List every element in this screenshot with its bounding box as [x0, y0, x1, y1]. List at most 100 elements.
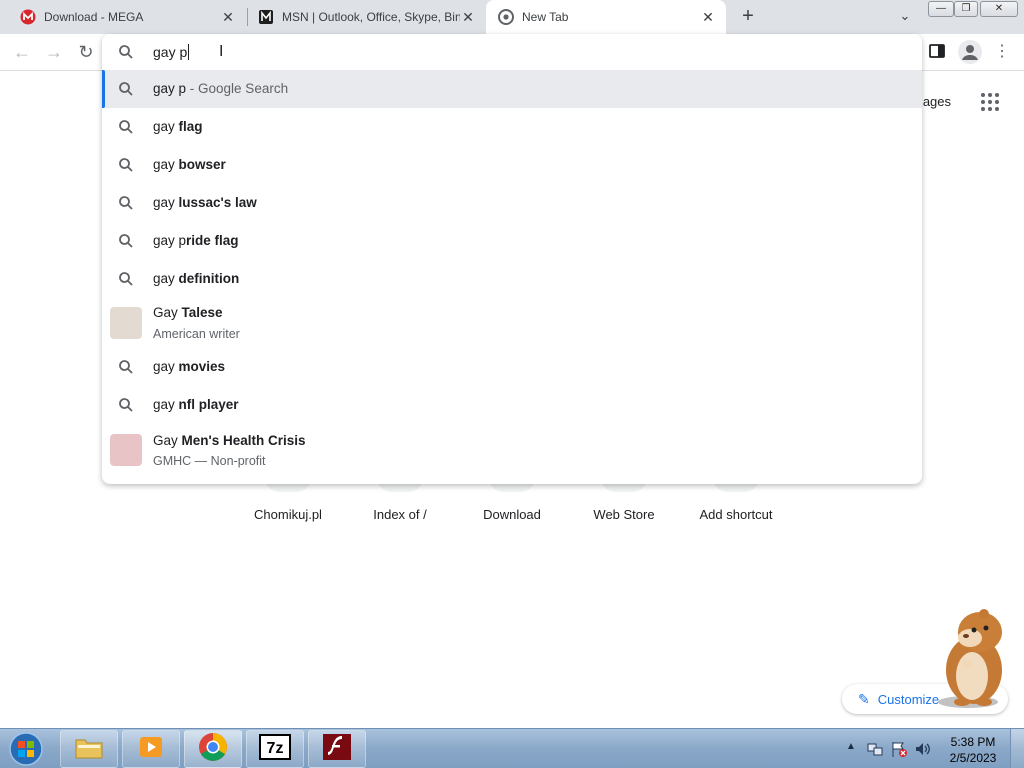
show-hidden-icons-icon[interactable]: ▲: [846, 741, 856, 752]
volume-icon[interactable]: [914, 740, 932, 763]
back-button[interactable]: ←: [10, 40, 34, 64]
tab-new-tab[interactable]: New Tab ✕: [486, 0, 726, 34]
minimize-button[interactable]: —: [928, 1, 954, 17]
forward-button[interactable]: →: [42, 40, 66, 64]
tab-title: New Tab: [522, 10, 569, 24]
svg-text:7z: 7z: [267, 740, 284, 757]
tab-close-icon[interactable]: ✕: [220, 9, 236, 26]
tab-close-icon[interactable]: ✕: [700, 9, 716, 26]
suggestion-completion: flag: [178, 119, 203, 134]
search-icon: [118, 397, 134, 416]
tab-msn[interactable]: MSN | Outlook, Office, Skype, Bin ✕: [238, 0, 486, 34]
suggestion-completion: nfl player: [178, 397, 239, 412]
search-icon: [118, 359, 134, 378]
taskbar-flash[interactable]: [308, 730, 366, 768]
entity-suggestion-row[interactable]: Gay Men's Health Crisis GMHC — Non-profi…: [102, 424, 922, 476]
search-icon: [118, 81, 134, 100]
suggestion-completion: lussac's law: [178, 195, 257, 210]
new-tab-button[interactable]: +: [736, 5, 760, 29]
search-icon: [118, 44, 134, 65]
suggestion-prefix: gay: [153, 157, 179, 172]
reload-button[interactable]: ↻: [74, 40, 98, 64]
clock-date[interactable]: 2/5/2023: [948, 751, 998, 765]
taskbar-7zip[interactable]: 7z: [246, 730, 304, 768]
suggestion-row[interactable]: gay p - Google Search: [102, 70, 922, 108]
suggestion-text: gay flag: [153, 119, 203, 134]
suggestion-row[interactable]: gay definition: [102, 260, 922, 298]
search-icon: [118, 271, 134, 290]
suggestion-row[interactable]: gay bowser: [102, 146, 922, 184]
suggestion-row[interactable]: gay pride flag: [102, 222, 922, 260]
search-icon: [118, 195, 134, 214]
show-desktop-button[interactable]: [1010, 729, 1024, 768]
hamster-desktop-pet: [922, 604, 1022, 712]
tab-title: MSN | Outlook, Office, Skype, Bin: [282, 10, 460, 24]
omnibox-input-row[interactable]: gay p I: [102, 34, 922, 70]
folder-icon: [74, 734, 104, 765]
suggestion-completion: movies: [178, 359, 226, 374]
ibeam-cursor-icon: I: [219, 43, 224, 60]
maximize-button[interactable]: ❐: [954, 1, 978, 17]
entity-suggestion-row[interactable]: Gay Talese American writer: [102, 298, 922, 348]
clock-time[interactable]: 5:38 PM: [948, 735, 998, 749]
msn-icon: [258, 9, 274, 25]
suggestion-text: gay definition: [153, 271, 239, 286]
suggestion-text: Gay Men's Health Crisis: [153, 433, 306, 448]
add-shortcut[interactable]: Add shortcut: [681, 507, 791, 522]
suggestion-prefix: gay: [153, 397, 179, 412]
pencil-icon: ✎: [858, 690, 870, 707]
suggestion-prefix: gay: [153, 195, 179, 210]
suggestion-text: gay bowser: [153, 157, 226, 172]
shortcut-download[interactable]: Download: [457, 507, 567, 522]
address-bar-input[interactable]: gay p: [153, 44, 190, 60]
suggestion-row[interactable]: gay flag: [102, 108, 922, 146]
suggestion-text: gay lussac's law: [153, 195, 257, 210]
profile-avatar[interactable]: [958, 40, 982, 64]
chrome-icon: [198, 732, 228, 767]
suggestion-row[interactable]: gay nfl player: [102, 386, 922, 424]
suggestion-prefix: Gay: [153, 433, 182, 448]
tab-title: Download - MEGA: [44, 10, 144, 24]
suggestion-prefix: gay p: [153, 233, 187, 248]
suggestion-prefix: Gay: [153, 305, 182, 320]
suggestion-completion: Men's Health Crisis: [181, 433, 306, 448]
tab-mega[interactable]: Download - MEGA ✕: [0, 0, 246, 34]
7zip-icon: 7z: [259, 733, 291, 765]
network-icon[interactable]: [866, 740, 884, 763]
shortcut-index-of[interactable]: Index of /: [345, 507, 455, 522]
tab-search-icon[interactable]: ⌄: [895, 8, 915, 26]
suggestion-prefix: gay p: [153, 81, 187, 96]
taskbar-chrome[interactable]: [184, 730, 242, 768]
taskbar-media-player[interactable]: [122, 730, 180, 768]
search-icon: [118, 157, 134, 176]
start-button[interactable]: [6, 731, 46, 767]
close-window-button[interactable]: ✕: [980, 1, 1018, 17]
tab-strip: Download - MEGA ✕ MSN | Outlook, Office,…: [0, 0, 1024, 34]
suggestion-completion: ride flag: [186, 233, 239, 248]
suggestion-subtitle: American writer: [153, 327, 240, 341]
taskbar: 7z ▲ 5:38 PM 2/5/2023: [0, 728, 1024, 768]
address-bar-text: gay p: [153, 44, 188, 60]
search-icon: [118, 233, 134, 252]
suggestion-text: Gay Talese: [153, 305, 223, 320]
apps-grid-icon[interactable]: [980, 92, 1000, 112]
shortcut-web-store[interactable]: Web Store: [569, 507, 679, 522]
suggestion-row[interactable]: gay lussac's law: [102, 184, 922, 222]
chrome-icon: [498, 9, 514, 25]
suggestion-completion: Talese: [181, 305, 223, 320]
taskbar-file-explorer[interactable]: [60, 730, 118, 768]
entity-thumbnail: [110, 307, 142, 339]
suggestion-completion: definition: [178, 271, 240, 286]
suggestion-row[interactable]: gay movies: [102, 348, 922, 386]
suggestion-prefix: gay: [153, 119, 179, 134]
search-icon: [118, 119, 134, 138]
suggestion-text: gay p - Google Search: [153, 81, 288, 96]
menu-button[interactable]: ⋮: [994, 42, 1010, 62]
media-player-icon: [138, 734, 164, 765]
action-center-flag-icon[interactable]: [890, 740, 908, 763]
shortcut-chomikuj[interactable]: Chomikuj.pl: [233, 507, 343, 522]
tab-close-icon[interactable]: ✕: [460, 9, 476, 26]
omnibox-dropdown: gay p I gay p - Google Search gay flag g…: [102, 34, 922, 484]
side-panel-icon[interactable]: [928, 42, 946, 60]
text-caret: [188, 44, 190, 60]
